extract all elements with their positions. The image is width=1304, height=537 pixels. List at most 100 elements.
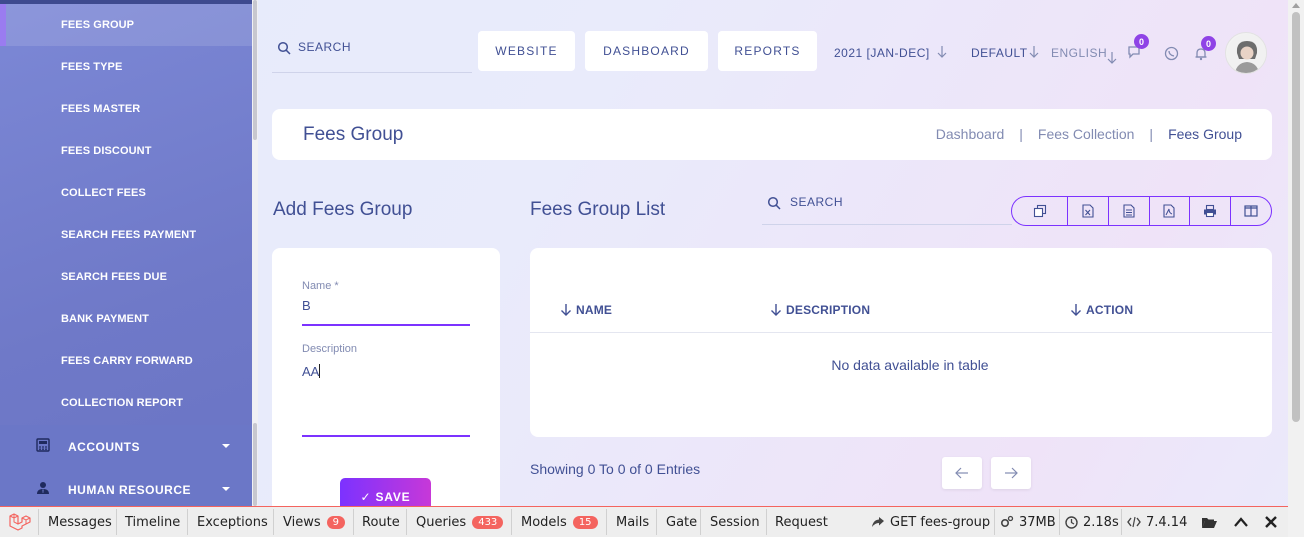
previous-page-button[interactable] xyxy=(942,457,982,489)
copy-button[interactable] xyxy=(1012,197,1068,225)
sidebar-item-label: FEES GROUP xyxy=(61,19,135,31)
breadcrumb-dashboard[interactable]: Dashboard xyxy=(936,126,1005,142)
scroll-up-icon[interactable] xyxy=(1292,3,1300,8)
sort-arrow-icon xyxy=(561,304,571,316)
debug-tab-queries[interactable]: Queries 433 xyxy=(416,507,504,537)
debug-tab-request[interactable]: Request xyxy=(775,507,828,537)
folder-open-icon[interactable] xyxy=(1201,516,1217,529)
whatsapp-icon[interactable] xyxy=(1164,46,1179,61)
sidebar-item-fees-carry-forward[interactable]: FEES CARRY FORWARD xyxy=(0,340,252,382)
sidebar-scroll-thumb-lower[interactable] xyxy=(253,423,257,506)
avatar[interactable] xyxy=(1225,32,1267,74)
php-version-text: 7.4.14 xyxy=(1146,514,1188,530)
sidebar-item-fees-master[interactable]: FEES MASTER xyxy=(0,88,252,130)
sidebar-item-label: COLLECTION REPORT xyxy=(61,397,184,409)
debug-tab-messages[interactable]: Messages xyxy=(48,507,112,537)
sidebar-item-fees-discount[interactable]: FEES DISCOUNT xyxy=(0,130,252,172)
csv-button[interactable] xyxy=(1109,197,1150,225)
debug-tab-mails[interactable]: Mails xyxy=(616,507,649,537)
chat-count-badge: 0 xyxy=(1134,34,1149,49)
close-icon[interactable] xyxy=(1265,516,1277,528)
page-scrollbar[interactable] xyxy=(1288,0,1304,537)
cogs-icon xyxy=(1000,515,1014,528)
sidebar-item-collect-fees[interactable]: COLLECT FEES xyxy=(0,172,252,214)
sidebar-item-search-fees-payment[interactable]: SEARCH FEES PAYMENT xyxy=(0,214,252,256)
debug-tab-views[interactable]: Views 9 xyxy=(283,507,345,537)
arrow-down-icon xyxy=(1029,46,1039,58)
reports-button[interactable]: REPORTS xyxy=(718,31,817,71)
pdf-button[interactable] xyxy=(1150,197,1191,225)
search-icon xyxy=(277,41,291,55)
sidebar-item-collection-report[interactable]: COLLECTION REPORT xyxy=(0,382,252,424)
sidebar-item-search-fees-due[interactable]: SEARCH FEES DUE xyxy=(0,256,252,298)
name-field[interactable]: B xyxy=(302,298,311,313)
pdf-icon xyxy=(1163,204,1176,218)
description-field[interactable]: AA xyxy=(302,364,321,379)
user-avatar-icon xyxy=(1227,34,1266,73)
style-select[interactable]: DEFAULT xyxy=(971,46,1028,60)
sidebar-item-accounts[interactable]: ACCOUNTS xyxy=(0,425,252,468)
queries-count-badge: 433 xyxy=(472,515,504,529)
list-search[interactable]: SEARCH xyxy=(762,188,1012,225)
page-title: Fees Group xyxy=(303,124,404,145)
next-page-button[interactable] xyxy=(991,457,1031,489)
column-header-label: ACTION xyxy=(1086,303,1134,317)
name-field-underline xyxy=(302,324,470,326)
views-count-badge: 9 xyxy=(326,515,345,529)
debug-tab-exceptions[interactable]: Exceptions xyxy=(197,507,268,537)
sidebar-item-human-resource[interactable]: HUMAN RESOURCE xyxy=(0,468,252,506)
sidebar-item-fees-group[interactable]: FEES GROUP xyxy=(0,4,252,46)
column-header-label: NAME xyxy=(576,303,613,317)
text-cursor xyxy=(319,364,321,378)
page-scroll-thumb[interactable] xyxy=(1292,12,1300,422)
fees-collection-submenu: FEES GROUP FEES TYPE FEES MASTER FEES DI… xyxy=(0,4,252,424)
sidebar-scroll-thumb[interactable] xyxy=(253,0,257,140)
header-search[interactable]: SEARCH xyxy=(272,30,472,73)
table-header-divider xyxy=(530,332,1272,333)
language-select[interactable]: ENGLISH xyxy=(1051,46,1107,60)
column-header-name[interactable]: NAME xyxy=(561,303,613,317)
sidebar-item-bank-payment[interactable]: BANK PAYMENT xyxy=(0,298,252,340)
memory-text: 37MB xyxy=(1019,514,1056,530)
code-icon xyxy=(1127,516,1141,528)
sidebar-item-label: FEES MASTER xyxy=(61,103,141,115)
dashboard-button[interactable]: DASHBOARD xyxy=(585,31,708,71)
chevron-down-icon xyxy=(222,487,230,491)
debug-tab-route[interactable]: Route xyxy=(362,507,400,537)
sidebar-item-fees-type[interactable]: FEES TYPE xyxy=(0,46,252,88)
sort-arrow-icon xyxy=(771,304,781,316)
description-label: Description xyxy=(302,343,358,355)
breadcrumb-fees-group[interactable]: Fees Group xyxy=(1168,126,1242,142)
empty-table-message: No data available in table xyxy=(831,357,989,373)
list-search-input[interactable]: SEARCH xyxy=(790,195,843,209)
debug-tab-models[interactable]: Models 15 xyxy=(521,507,598,537)
add-fees-group-title: Add Fees Group xyxy=(273,199,413,220)
sidebar-item-label: FEES CARRY FORWARD xyxy=(61,355,193,367)
search-icon xyxy=(767,196,781,210)
sidebar: FEES GROUP FEES TYPE FEES MASTER FEES DI… xyxy=(0,0,252,506)
print-button[interactable] xyxy=(1190,197,1232,225)
sidebar-item-label: FEES DISCOUNT xyxy=(61,145,152,157)
user-tie-icon xyxy=(37,482,49,494)
website-button[interactable]: WEBSITE xyxy=(478,31,575,71)
route-text: GET fees-group xyxy=(890,514,991,530)
columns-button[interactable] xyxy=(1231,197,1271,225)
column-header-action[interactable]: ACTION xyxy=(1071,303,1134,317)
export-buttons xyxy=(1011,196,1272,226)
excel-icon xyxy=(1082,204,1094,218)
laravel-logo-icon[interactable] xyxy=(9,513,31,532)
debugbar: Messages Timeline Exceptions Views 9 Rou… xyxy=(0,506,1288,537)
print-icon xyxy=(1204,204,1217,218)
debug-tab-timeline[interactable]: Timeline xyxy=(125,507,180,537)
breadcrumb-fees-collection[interactable]: Fees Collection xyxy=(1038,126,1135,142)
chevron-up-icon[interactable] xyxy=(1234,517,1248,527)
debug-tab-session[interactable]: Session xyxy=(710,507,760,537)
column-header-label: DESCRIPTION xyxy=(786,303,871,317)
column-header-description[interactable]: DESCRIPTION xyxy=(771,303,871,317)
debug-route-info[interactable]: GET fees-group xyxy=(871,507,990,537)
academic-year-select[interactable]: 2021 [JAN-DEC] xyxy=(834,46,930,60)
chevron-down-icon xyxy=(222,444,230,448)
debug-tab-gate[interactable]: Gate xyxy=(666,507,697,537)
search-input[interactable]: SEARCH xyxy=(298,40,351,54)
excel-button[interactable] xyxy=(1068,197,1109,225)
